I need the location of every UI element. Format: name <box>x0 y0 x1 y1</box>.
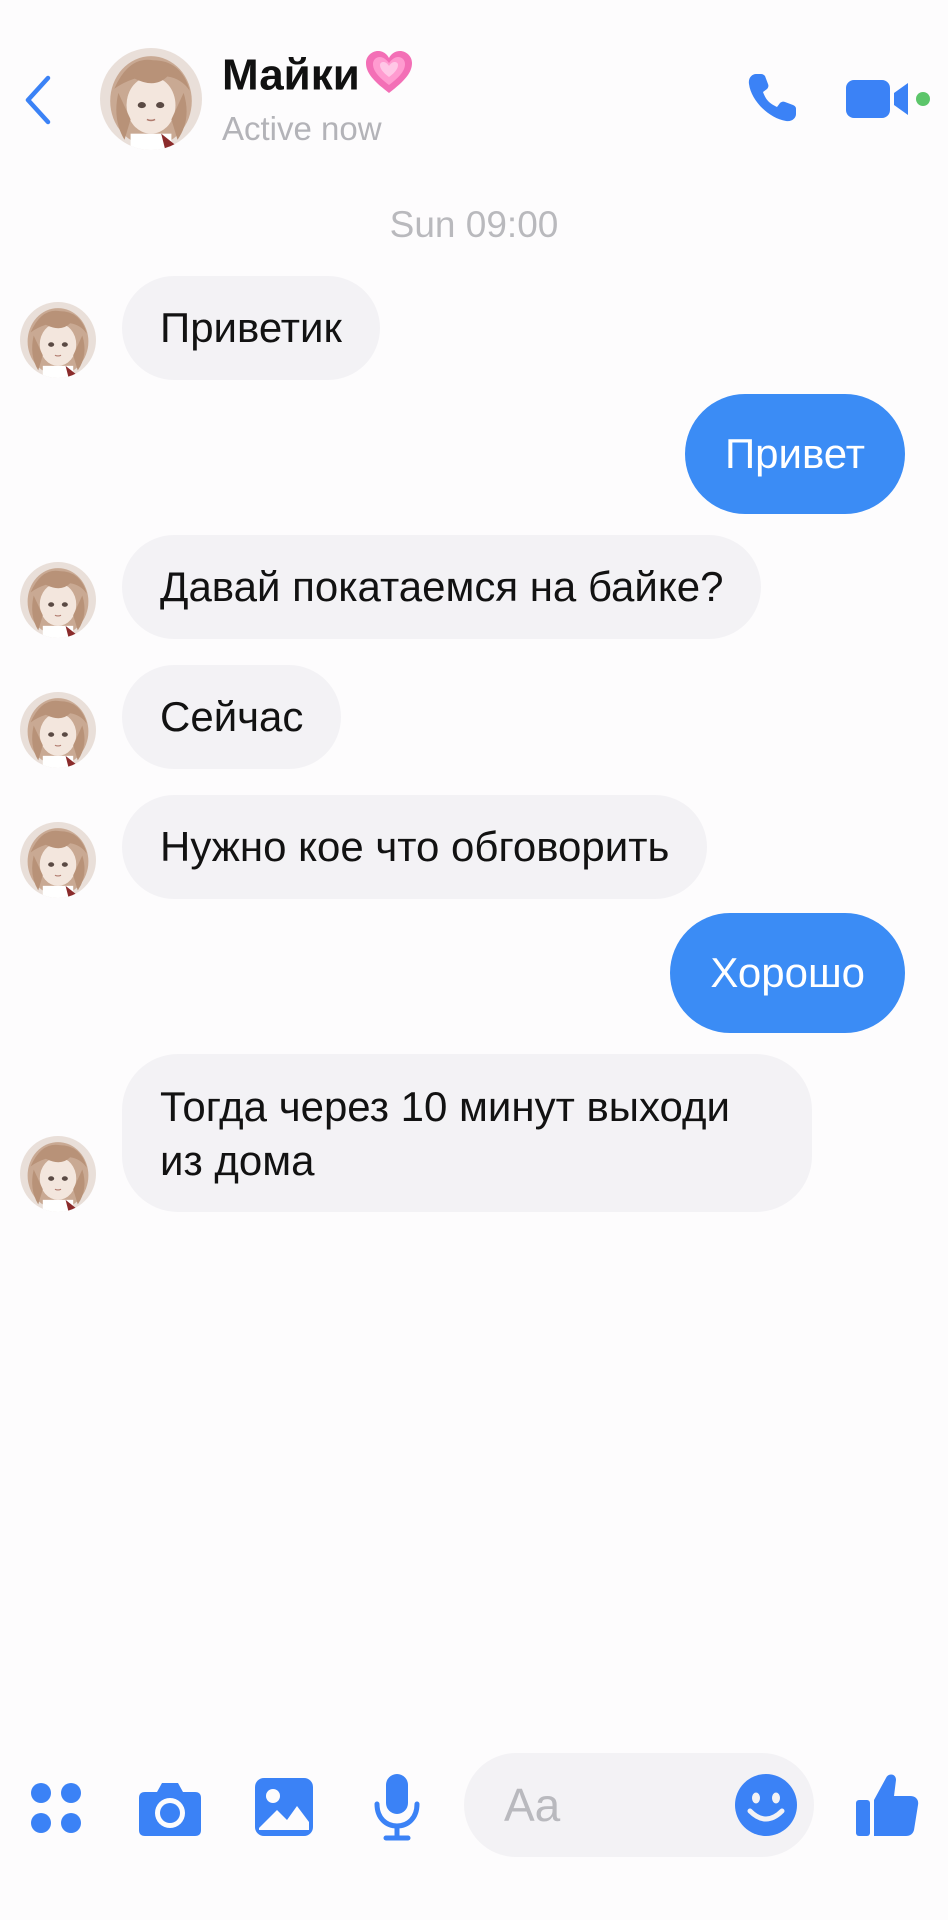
chevron-left-icon <box>25 75 51 125</box>
message-timestamp: Sun 09:00 <box>389 204 559 245</box>
message-input-container <box>464 1753 814 1857</box>
video-call-button[interactable] <box>844 76 932 122</box>
message-input[interactable] <box>504 1775 724 1835</box>
phone-icon <box>748 74 796 122</box>
like-button[interactable] <box>854 1770 920 1840</box>
contact-avatar-small[interactable] <box>20 692 96 768</box>
presence-status: Active now <box>222 110 382 147</box>
incoming-message-bubble[interactable]: Сейчас <box>122 665 342 769</box>
apps-grid-icon <box>31 1783 81 1833</box>
microphone-icon <box>374 1774 420 1841</box>
contact-avatar-small[interactable] <box>20 562 96 638</box>
voice-message-button[interactable] <box>372 1772 422 1842</box>
back-button[interactable] <box>18 70 58 130</box>
video-camera-icon <box>846 80 930 118</box>
gallery-button[interactable] <box>253 1776 315 1838</box>
chat-header: Майки Active now <box>0 0 948 160</box>
contact-avatar[interactable] <box>100 48 202 150</box>
online-dot-icon <box>916 92 930 106</box>
message-composer <box>0 1740 948 1880</box>
contact-avatar-small[interactable] <box>20 1136 96 1212</box>
gallery-icon <box>255 1778 313 1836</box>
incoming-message-bubble[interactable]: Тогда через 10 минут выходи из дома <box>122 1054 812 1212</box>
emoji-icon <box>735 1774 797 1836</box>
thumbs-up-icon <box>856 1774 919 1836</box>
contact-avatar-small[interactable] <box>20 822 96 898</box>
contact-avatar-small[interactable] <box>20 302 96 378</box>
camera-icon <box>139 1783 201 1836</box>
apps-button[interactable] <box>28 1780 84 1836</box>
incoming-message-bubble[interactable]: Давай покатаемся на байке? <box>122 535 762 639</box>
contact-name-text: Майки <box>222 50 360 100</box>
contact-name[interactable]: Майки <box>222 50 414 106</box>
emoji-button[interactable] <box>734 1773 798 1837</box>
outgoing-message-bubble[interactable]: Привет <box>684 394 905 514</box>
camera-button[interactable] <box>137 1778 203 1838</box>
incoming-message-bubble[interactable]: Нужно кое что обговорить <box>122 795 708 899</box>
incoming-message-bubble[interactable]: Приветик <box>122 276 380 380</box>
voice-call-button[interactable] <box>742 68 802 128</box>
pink-heart-icon <box>364 50 414 106</box>
outgoing-message-bubble[interactable]: Хорошо <box>670 913 905 1033</box>
